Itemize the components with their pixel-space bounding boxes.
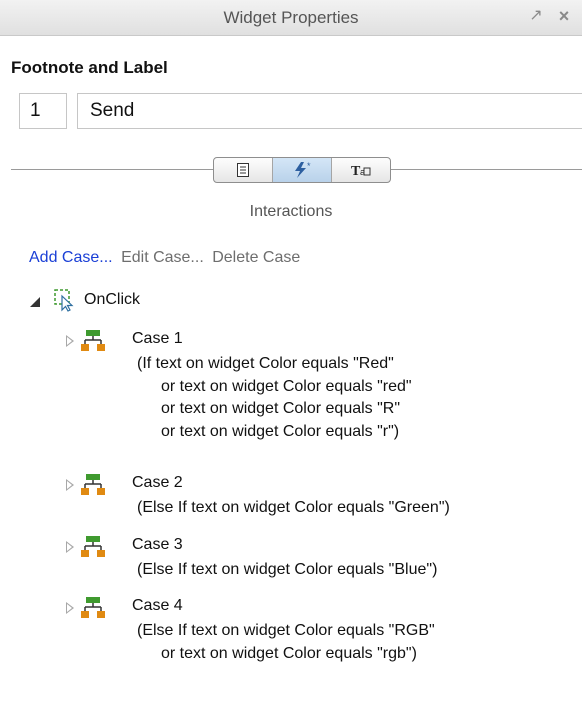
label-field[interactable]: [77, 93, 582, 129]
case-2-label[interactable]: Case 2: [132, 474, 183, 492]
close-icon[interactable]: ×: [555, 6, 573, 26]
onclick-expander-icon[interactable]: [30, 297, 40, 307]
edit-case-link[interactable]: Edit Case...: [121, 249, 204, 266]
case-flow-icon: [81, 597, 105, 618]
case-3-condition: (Else If text on widget Color equals "Bl…: [137, 561, 438, 578]
interactions-lightning-icon: *: [295, 161, 311, 178]
case-2-expander-icon[interactable]: [66, 479, 74, 491]
delete-case-link[interactable]: Delete Case: [212, 249, 300, 266]
panel-title: Widget Properties: [223, 8, 359, 27]
tab-properties[interactable]: [214, 158, 273, 182]
case-2-condition: (Else If text on widget Color equals "Gr…: [137, 499, 450, 516]
case-4-label[interactable]: Case 4: [132, 597, 183, 615]
panel-titlebar: Widget Properties ↗ ×: [0, 0, 582, 36]
case-1-condition: or text on widget Color equals "r"): [161, 423, 400, 440]
properties-tab-group: * T a: [213, 157, 391, 183]
case-1-condition: or text on widget Color equals "R": [161, 400, 401, 417]
tab-interactions[interactable]: *: [273, 158, 332, 182]
divider-right: [391, 169, 582, 170]
interactions-label: Interactions: [249, 203, 333, 220]
tab-style[interactable]: T a: [332, 158, 390, 182]
case-actions: Add Case... Edit Case... Delete Case: [29, 249, 304, 267]
add-case-link[interactable]: Add Case...: [29, 249, 113, 266]
svg-text:*: *: [307, 161, 311, 171]
case-1-condition: (If text on widget Color equals "Red": [137, 355, 394, 372]
case-flow-icon: [81, 474, 105, 495]
style-text-icon: T a: [351, 164, 371, 178]
event-onclick[interactable]: OnClick: [84, 291, 140, 309]
case-1-expander-icon[interactable]: [66, 335, 74, 347]
footnote-label-heading: Footnote and Label: [11, 58, 168, 77]
cursor-event-icon: [54, 289, 74, 312]
divider-left: [11, 169, 213, 170]
case-3-label[interactable]: Case 3: [132, 536, 183, 554]
case-1-label[interactable]: Case 1: [132, 330, 183, 348]
case-4-condition: or text on widget Color equals "rgb"): [161, 645, 417, 662]
case-3-expander-icon[interactable]: [66, 541, 74, 553]
case-flow-icon: [81, 330, 105, 351]
case-4-condition: (Else If text on widget Color equals "RG…: [137, 622, 435, 639]
case-4-expander-icon[interactable]: [66, 602, 74, 614]
case-1-condition: or text on widget Color equals "red": [161, 378, 412, 395]
case-flow-icon: [81, 536, 105, 557]
footnote-field[interactable]: [19, 93, 67, 129]
properties-icon: [237, 163, 249, 177]
pin-icon[interactable]: ↗: [527, 6, 545, 26]
